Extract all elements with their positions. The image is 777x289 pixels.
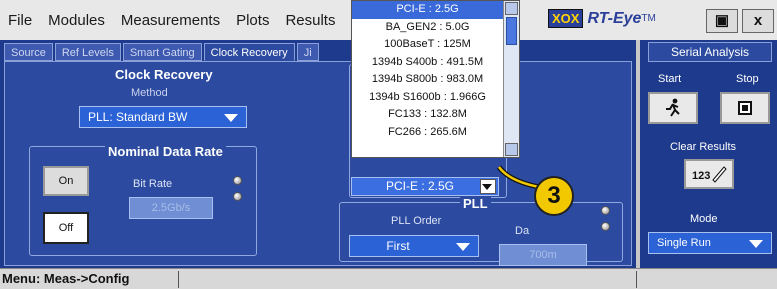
stop-button[interactable] [720, 92, 770, 124]
brand-logo: XOX [548, 9, 584, 28]
dropdown-option[interactable]: FC266 : 265.6M [352, 124, 519, 142]
chevron-down-icon [482, 184, 492, 190]
dropdown-option[interactable]: PCI-E : 2.5G [352, 1, 519, 19]
on-button[interactable]: On [43, 166, 89, 196]
method-value: PLL: Standard BW [88, 110, 188, 124]
mode-value: Single Run [657, 237, 711, 249]
dropdown-option[interactable]: BA_GEN2 : 5.0G [352, 19, 519, 37]
scroll-down-icon[interactable] [505, 143, 518, 156]
stop-square-icon [738, 101, 752, 115]
tab-smart-gating[interactable]: Smart Gating [122, 43, 202, 61]
chevron-down-icon [749, 240, 763, 248]
status-text: Menu: Meas->Config [2, 271, 130, 286]
method-select[interactable]: PLL: Standard BW [79, 106, 247, 128]
damping-label: Da [515, 225, 530, 237]
off-button[interactable]: Off [43, 212, 89, 244]
start-label: Start [658, 73, 682, 85]
window-buttons: ▣ x [706, 9, 774, 33]
standard-dropdown-list: PCI-E : 2.5G BA_GEN2 : 5.0G 100BaseT : 1… [351, 0, 520, 158]
brand: XOX RT-Eye TM [548, 9, 656, 28]
scroll-thumb[interactable] [506, 17, 517, 45]
clear-results-label: Clear Results [670, 141, 737, 153]
status-bar: Menu: Meas->Config [0, 268, 777, 289]
chevron-down-icon [456, 243, 470, 251]
brand-name: RT-Eye [587, 9, 642, 27]
scroll-up-icon[interactable] [505, 2, 518, 15]
damping-field[interactable]: 700m [499, 244, 587, 266]
clear-results-button[interactable]: 123 [684, 159, 734, 189]
nominal-data-rate-title: Nominal Data Rate [105, 144, 226, 159]
status-divider [178, 271, 179, 288]
menu-modules[interactable]: Modules [40, 12, 113, 29]
pll-title: PLL [460, 196, 491, 211]
bit-rate-label: Bit Rate [133, 178, 173, 190]
svg-text:123: 123 [692, 170, 710, 182]
standard-value: PCI-E : 2.5G [385, 179, 455, 193]
standard-select[interactable]: PCI-E : 2.5G [351, 177, 499, 196]
tab-jitter[interactable]: Ji [296, 43, 319, 61]
brand-trademark: TM [641, 13, 656, 24]
start-button[interactable] [648, 92, 698, 124]
dropdown-option[interactable]: 1394b S1600b : 1.966G [352, 89, 519, 107]
menu-results[interactable]: Results [277, 12, 343, 29]
menu-measurements[interactable]: Measurements [113, 12, 228, 29]
menu-plots[interactable]: Plots [228, 12, 277, 29]
dropdown-option[interactable]: 1394b S800b : 983.0M [352, 71, 519, 89]
eraser-icon: 123 [692, 166, 727, 183]
method-label: Method [131, 87, 168, 99]
config-area: Source Ref Levels Smart Gating Clock Rec… [0, 40, 636, 268]
damping-fine-knob-icon[interactable] [601, 222, 610, 231]
status-divider [636, 271, 637, 288]
menu-file[interactable]: File [0, 12, 40, 29]
damping-knob-icon[interactable] [601, 206, 610, 215]
restore-button[interactable]: ▣ [706, 9, 738, 33]
dropdown-option[interactable]: 1394b S400b : 491.5M [352, 54, 519, 72]
chevron-down-icon [224, 114, 238, 122]
bit-rate-knob-icon[interactable] [233, 176, 242, 185]
dropdown-option[interactable]: 100BaseT : 125M [352, 36, 519, 54]
mode-label: Mode [690, 213, 718, 225]
close-button[interactable]: x [742, 9, 774, 33]
tab-ref-levels[interactable]: Ref Levels [54, 43, 121, 61]
serial-analysis-panel: Serial Analysis Start Stop Clear Results… [640, 40, 777, 268]
tab-clock-recovery[interactable]: Clock Recovery [203, 43, 295, 61]
pll-order-value: First [386, 239, 410, 253]
clock-recovery-title: Clock Recovery [115, 67, 213, 82]
dropdown-scrollbar[interactable] [503, 1, 519, 157]
bit-rate-field[interactable]: 2.5Gb/s [129, 197, 213, 219]
bit-rate-fine-knob-icon[interactable] [233, 192, 242, 201]
step-callout-badge: 3 [534, 176, 574, 216]
tab-source[interactable]: Source [4, 43, 53, 61]
pll-order-select[interactable]: First [349, 235, 479, 257]
dropdown-option[interactable]: FC133 : 132.8M [352, 106, 519, 124]
mode-select[interactable]: Single Run [648, 232, 772, 254]
serial-analysis-title: Serial Analysis [648, 42, 772, 62]
stop-label: Stop [736, 73, 759, 85]
pll-order-label: PLL Order [391, 215, 442, 227]
running-person-icon [666, 98, 680, 117]
